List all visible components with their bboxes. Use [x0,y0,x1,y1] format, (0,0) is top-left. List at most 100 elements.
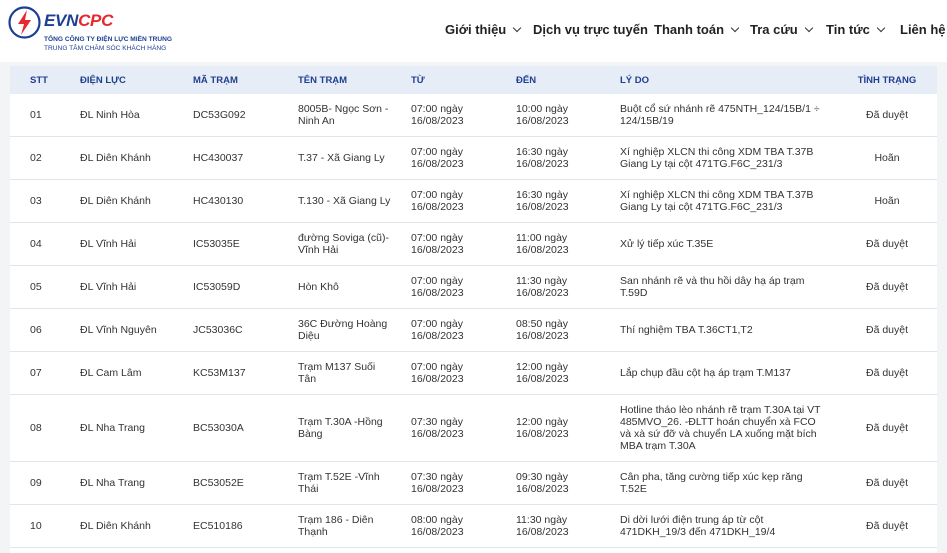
cell-tinh-trang: Đã duyệt [865,422,909,434]
table-header: STT ĐIỆN LỰC MÃ TRẠM TÊN TRẠM TỪ ĐẾN LÝ DO TÌNH… [10,66,937,94]
nav-item-4[interactable]: Tra cứu [750,22,813,37]
cell-den: 12:00 ngày 16/08/2023 [516,416,569,440]
cell-tu: 07:00 ngày 16/08/2023 [411,146,464,170]
table-row: 06 ĐL Vĩnh Nguyên JC53036C 36C Đường Hoàng … [10,309,937,352]
cell-tu: 07:30 ngày 16/08/2023 [411,471,464,495]
cell-stt: 02 [30,152,42,164]
cell-ma-tram: EC510186 [193,520,243,532]
nav-item-1[interactable]: Giới thiệu [445,22,522,37]
cell-den: 08:50 ngày 16/08/2023 [516,318,569,342]
cell-tinh-trang: Đã duyệt [865,324,909,336]
cell-ly-do: San nhánh rẽ và thu hồi dây hạ áp trạm T… [620,275,805,299]
cell-stt: 05 [30,281,42,293]
table-row: 02 ĐL Diên Khánh HC430037 T.37 - Xã Giang L… [10,137,937,180]
cell-ma-tram: IC53035E [193,238,240,250]
cell-tinh-trang: Hoãn [874,152,900,164]
cell-ly-do: Buột cổ sứ nhánh rẽ 475NTH_124/15B/1 ÷ 1… [620,103,820,127]
cell-ly-do: Xử lý tiếp xúc T.35E [620,238,714,250]
cell-ly-do: Lắp chụp đầu cột hạ áp trạm T.M137 [620,367,791,379]
cell-ten-tram: Trạm T.30A -Hồng Bàng [298,416,383,440]
cell-dien-luc: ĐL Vĩnh Hải [80,281,137,293]
cell-ma-tram: KC53M137 [193,367,246,379]
cell-ten-tram: Trạm T.52E -Vĩnh Thái [298,471,380,495]
cell-dien-luc: ĐL Nha Trang [80,422,145,434]
table-row: 01 ĐL Ninh Hòa DC53G092 8005B- Ngọc Sơn - N… [10,94,937,137]
table-row: 03 ĐL Diên Khánh HC430130 T.130 - Xã Giang … [10,180,937,223]
nav-item-2[interactable]: Dịch vụ trực tuyến [533,22,648,37]
table-row: 07 ĐL Cam Lâm KC53M137 Trạm M137 Suối Tân 07… [10,352,937,395]
th-ly-do: LÝ DO [620,75,650,86]
cell-tu: 07:00 ngày 16/08/2023 [411,361,464,385]
cell-tu: 08:00 ngày 16/08/2023 [411,514,464,538]
table-row: 05 ĐL Vĩnh Hải IC53059D Hòn Khô 07:00 ngày 1… [10,266,937,309]
outage-schedule-table: STT ĐIỆN LỰC MÃ TRẠM TÊN TRẠM TỪ ĐẾN LÝ DO TÌNH… [10,66,937,553]
cell-stt: 04 [30,238,42,250]
th-ten-tram: TÊN TRẠM [298,75,348,86]
table-row: 04 ĐL Vĩnh Hải IC53035E đường Soviga (cũ)- … [10,223,937,266]
cell-tu: 07:00 ngày 16/08/2023 [411,275,464,299]
cell-stt: 07 [30,367,42,379]
cell-den: 16:30 ngày 16/08/2023 [516,189,569,213]
cell-ten-tram: 8005B- Ngọc Sơn - Ninh An [298,103,389,127]
cell-ten-tram: Trạm 186 - Diên Thạnh [298,514,374,538]
nav-item-6[interactable]: Liên hệ [900,22,946,37]
cell-den: 12:00 ngày 16/08/2023 [516,361,569,385]
th-ma-tram: MÃ TRẠM [193,75,238,86]
cell-tinh-trang: Đã duyệt [865,281,909,293]
nav-item-label: Tra cứu [750,22,798,37]
cell-tinh-trang: Đã duyệt [865,109,909,121]
cell-tinh-trang: Đã duyệt [865,367,909,379]
cell-dien-luc: ĐL Cam Lâm [80,367,142,379]
cell-stt: 08 [30,422,42,434]
cell-den: 11:30 ngày 16/08/2023 [516,275,569,299]
cell-dien-luc: ĐL Vĩnh Nguyên [80,324,157,336]
nav-item-5[interactable]: Tin tức [826,22,886,37]
th-den: ĐẾN [516,75,537,86]
cell-stt: 09 [30,477,42,489]
cell-ten-tram: T.130 - Xã Giang Ly [298,195,391,207]
cell-tu: 07:30 ngày 16/08/2023 [411,416,464,440]
cell-dien-luc: ĐL Diên Khánh [80,195,151,207]
cell-ly-do: Di dời lưới điện trung áp từ cột 471DKH_… [620,514,776,538]
cell-ten-tram: Trạm M137 Suối Tân [298,361,376,385]
nav-item-3[interactable]: Thanh toán [654,22,740,37]
table-row: 08 ĐL Nha Trang BC53030A Trạm T.30A -Hồng B… [10,395,937,462]
nav-item-label: Tin tức [826,22,870,37]
cell-dien-luc: ĐL Vĩnh Hải [80,238,137,250]
main-nav: Giới thiệu Dịch vụ trực tuyến Thanh toán Tr… [0,0,947,62]
nav-item-label: Giới thiệu [445,22,507,37]
cell-stt: 10 [30,520,42,532]
cell-den: 16:30 ngày 16/08/2023 [516,146,569,170]
th-dien-luc: ĐIỆN LỰC [80,75,126,86]
cell-ly-do: Xí nghiệp XLCN thi công XDM TBA T.37B Gi… [620,189,814,213]
cell-ly-do: Thí nghiệm TBA T.36CT1,T2 [620,324,753,336]
cell-stt: 06 [30,324,42,336]
cell-tu: 07:00 ngày 16/08/2023 [411,103,464,127]
cell-ten-tram: 36C Đường Hoàng Diệu [298,318,388,342]
cell-dien-luc: ĐL Nha Trang [80,477,145,489]
site-header: EVNCPC TỔNG CÔNG TY ĐIỆN LỰC MIỀN TRUNG … [0,0,947,62]
cell-ma-tram: BC53052E [193,477,244,489]
cell-tu: 07:00 ngày 16/08/2023 [411,232,464,256]
cell-ly-do: Hotline tháo lèo nhánh rẽ trạm T.30A tại… [620,404,821,452]
th-tinh-trang: TÌNH TRẠNG [857,75,917,86]
cell-ly-do: Xí nghiệp XLCN thi công XDM TBA T.37B Gi… [620,146,814,170]
cell-stt: 01 [30,109,42,121]
cell-den: 10:00 ngày 16/08/2023 [516,103,569,127]
cell-stt: 03 [30,195,42,207]
cell-ma-tram: IC53059D [193,281,241,293]
chevron-down-icon [876,23,886,33]
cell-ten-tram: Hòn Khô [298,281,339,293]
cell-den: 09:30 ngày 16/08/2023 [516,471,569,495]
cell-ma-tram: BC53030A [193,422,244,434]
th-tu: TỪ [411,75,425,86]
cell-ly-do: Cân pha, tăng cường tiếp xúc kẹp răng T.… [620,471,803,495]
th-stt: STT [30,75,48,86]
cell-ma-tram: HC430037 [193,152,244,164]
nav-item-label: Dịch vụ trực tuyến [533,22,648,37]
cell-tinh-trang: Đã duyệt [865,477,909,489]
cell-dien-luc: ĐL Ninh Hòa [80,109,140,121]
table-row: 10 ĐL Diên Khánh EC510186 Trạm 186 - Diên T… [10,505,937,548]
cell-den: 11:30 ngày 16/08/2023 [516,514,569,538]
nav-item-label: Liên hệ [900,22,946,37]
